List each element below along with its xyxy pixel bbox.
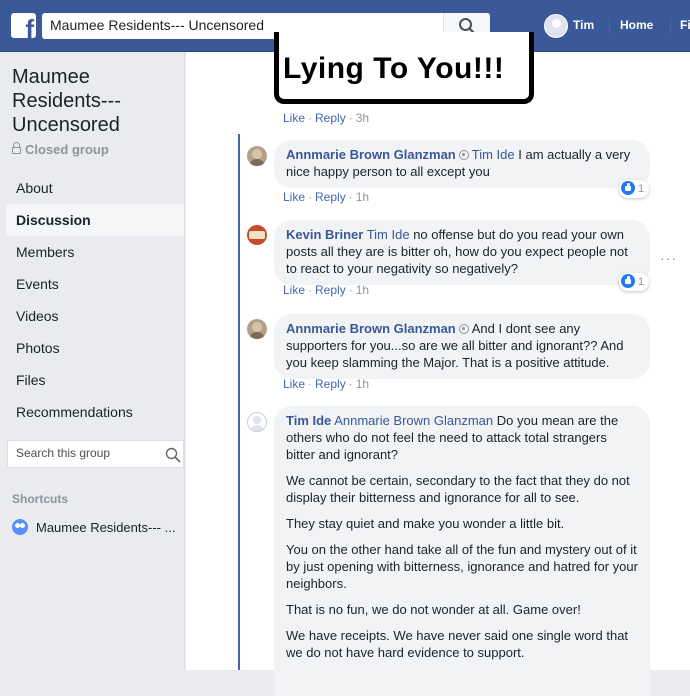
nav-item-members[interactable]: Members: [6, 236, 184, 268]
discussion-feed: Lying To You!!! Like · Reply · 3h Annmarie B…: [186, 32, 690, 696]
comment-author[interactable]: Annmarie Brown Glanzman: [286, 147, 456, 162]
profile-name-link[interactable]: Tim: [573, 18, 594, 32]
nav-item-about[interactable]: About: [6, 172, 184, 204]
post-image[interactable]: Lying To You!!!: [274, 32, 534, 104]
home-link[interactable]: Home: [620, 18, 653, 32]
avatar[interactable]: [247, 146, 267, 166]
find-friends-link[interactable]: Fi: [680, 18, 690, 32]
like-link[interactable]: Like: [283, 190, 305, 204]
privacy-label: Closed group: [25, 142, 109, 157]
comment-author[interactable]: Kevin Briner: [286, 227, 363, 242]
comment-author[interactable]: Annmarie Brown Glanzman: [286, 321, 456, 336]
shortcut-label: Maumee Residents--- ...: [36, 520, 176, 535]
like-link[interactable]: Like: [283, 111, 305, 125]
facebook-logo-icon[interactable]: f: [11, 13, 36, 38]
divider: [670, 18, 671, 34]
comment-bubble: Annmarie Brown Glanzman Tim Ide I am actu…: [274, 140, 650, 188]
timestamp[interactable]: 3h: [356, 111, 369, 125]
comment-author[interactable]: Tim Ide: [286, 413, 331, 428]
group-icon: [12, 519, 28, 535]
reply-link[interactable]: Reply: [315, 111, 346, 125]
nav-item-videos[interactable]: Videos: [6, 300, 184, 332]
timestamp[interactable]: 1h: [356, 283, 369, 297]
comment-bubble: Annmarie Brown Glanzman And I dont see an…: [274, 314, 650, 379]
lock-icon: [12, 142, 21, 154]
reply-link[interactable]: Reply: [315, 190, 346, 204]
avatar[interactable]: [247, 412, 267, 432]
like-icon: [621, 181, 635, 196]
like-icon: [621, 274, 635, 289]
comment-paragraph: You on the other hand take all of the fu…: [286, 542, 638, 591]
shortcuts-heading: Shortcuts: [12, 492, 69, 506]
mention-link[interactable]: Tim Ide: [367, 227, 410, 242]
comment-bubble: Tim Ide Annmarie Brown Glanzman Do you m…: [274, 406, 650, 696]
post-actions: Like · Reply · 3h: [283, 111, 370, 125]
reaction-number: 1: [638, 183, 645, 195]
shortcut-item[interactable]: Maumee Residents--- ...: [12, 518, 184, 538]
timestamp[interactable]: 1h: [356, 190, 369, 204]
mention-link[interactable]: Annmarie Brown Glanzman: [334, 413, 493, 428]
avatar[interactable]: [247, 225, 267, 245]
search-value: Maumee Residents--- Uncensored: [50, 17, 264, 33]
avatar[interactable]: [247, 319, 267, 339]
mention-link[interactable]: Tim Ide: [472, 147, 515, 162]
like-link[interactable]: Like: [283, 377, 305, 391]
admin-badge-icon: [458, 324, 469, 334]
admin-badge-icon: [458, 150, 469, 160]
reply-link[interactable]: Reply: [315, 283, 346, 297]
comment-actions: Like · Reply · 1h: [283, 190, 370, 204]
reply-link[interactable]: Reply: [315, 377, 346, 391]
reaction-count[interactable]: 1: [619, 273, 650, 291]
comment-paragraph: We have receipts. We have never said one…: [286, 628, 629, 660]
group-sidebar: Maumee Residents--- Uncensored Closed gr…: [0, 52, 185, 670]
comment-actions: Like · Reply · 1h: [283, 283, 370, 297]
group-title[interactable]: Maumee Residents--- Uncensored: [12, 65, 177, 137]
reaction-number: 1: [638, 276, 645, 288]
nav-item-discussion[interactable]: Discussion: [6, 204, 184, 236]
nav-item-recommendations[interactable]: Recommendations: [6, 396, 184, 428]
group-search-field[interactable]: [7, 440, 184, 468]
comment-actions: Like · Reply · 1h: [283, 377, 370, 391]
comment-paragraph: They stay quiet and make you wonder a li…: [286, 516, 565, 531]
reaction-count[interactable]: 1: [619, 180, 650, 198]
group-privacy: Closed group: [12, 142, 109, 157]
nav-item-events[interactable]: Events: [6, 268, 184, 300]
nav-item-files[interactable]: Files: [6, 364, 184, 396]
divider: [609, 18, 610, 34]
like-link[interactable]: Like: [283, 283, 305, 297]
reply-thread-line: [238, 134, 240, 670]
group-search-input[interactable]: [16, 446, 156, 460]
profile-avatar[interactable]: [544, 14, 568, 38]
search-icon[interactable]: [165, 447, 181, 463]
post-image-text: Lying To You!!!: [283, 52, 505, 85]
more-options-icon[interactable]: ···: [660, 250, 677, 266]
nav-item-photos[interactable]: Photos: [6, 332, 184, 364]
timestamp[interactable]: 1h: [356, 377, 369, 391]
comment-paragraph: We cannot be certain, secondary to the f…: [286, 473, 630, 505]
comment-bubble: Kevin Briner Tim Ide no offense but do y…: [274, 220, 650, 285]
group-nav: About Discussion Members Events Videos P…: [6, 172, 184, 428]
comment-paragraph: That is no fun, we do not wonder at all.…: [286, 602, 581, 617]
